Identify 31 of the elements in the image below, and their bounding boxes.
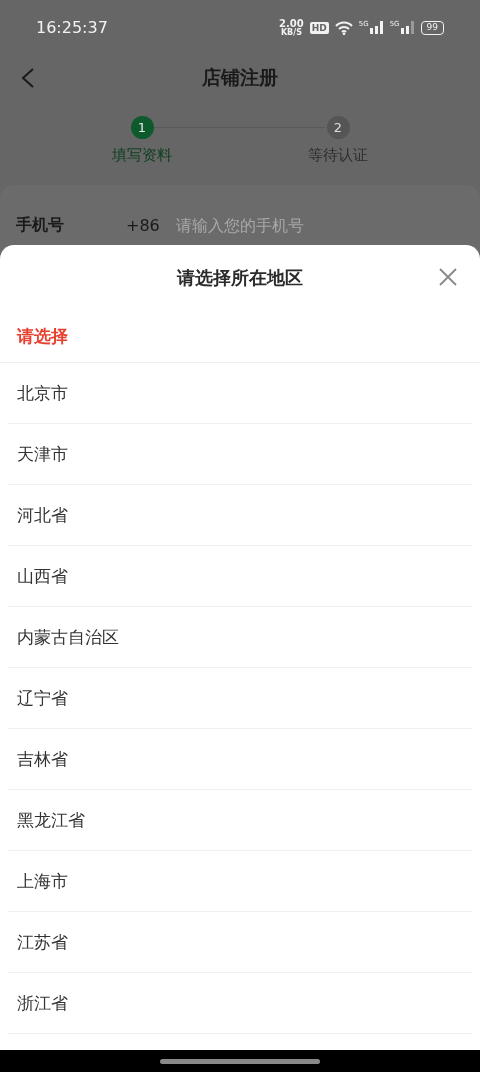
region-option[interactable]: 黑龙江省 xyxy=(17,808,85,832)
region-option[interactable]: 浙江省 xyxy=(17,991,68,1015)
region-tab[interactable]: 请选择 xyxy=(17,324,68,348)
network-speed: 2.00 xyxy=(279,18,304,29)
close-icon[interactable] xyxy=(438,267,458,287)
region-option[interactable]: 吉林省 xyxy=(17,747,68,771)
page-title: 店铺注册 xyxy=(202,64,278,90)
region-option[interactable]: 内蒙古自治区 xyxy=(17,625,119,649)
step-label: 填写资料 xyxy=(112,146,172,165)
battery-level: 99 xyxy=(420,20,444,35)
step-label: 等待认证 xyxy=(308,146,368,165)
region-option[interactable]: 辽宁省 xyxy=(17,686,68,710)
signal-icon xyxy=(369,21,384,34)
wifi-icon xyxy=(334,20,353,35)
step-number: 1 xyxy=(130,116,154,139)
home-indicator[interactable] xyxy=(160,1058,320,1064)
status-time: 16:25:37 xyxy=(36,18,108,37)
step-number: 2 xyxy=(326,116,350,139)
speed-unit: KB/S xyxy=(280,28,302,37)
signal-icon xyxy=(400,21,415,34)
region-option[interactable]: 江苏省 xyxy=(17,930,68,954)
phone-input[interactable]: 请输入您的手机号 xyxy=(176,215,376,235)
region-option[interactable]: 山西省 xyxy=(17,564,68,588)
region-option[interactable]: 天津市 xyxy=(17,442,68,466)
back-icon[interactable] xyxy=(20,67,36,89)
sheet-title: 请选择所在地区 xyxy=(177,265,303,290)
region-option[interactable]: 北京市 xyxy=(17,381,68,405)
region-option[interactable]: 上海市 xyxy=(17,869,68,893)
field-label: 手机号 xyxy=(16,214,65,236)
hd-badge: HD xyxy=(309,21,329,34)
region-option[interactable]: 河北省 xyxy=(17,503,68,527)
